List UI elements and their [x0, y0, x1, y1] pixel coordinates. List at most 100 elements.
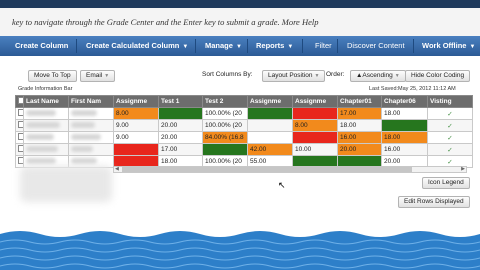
chevron-down-icon: ▼ [394, 73, 400, 79]
column-header[interactable]: Visting [427, 95, 473, 108]
order-select[interactable]: ▲Ascending ▼ [350, 70, 406, 82]
filter-button[interactable]: Filter [315, 36, 332, 56]
grade-cell[interactable] [113, 143, 159, 156]
row-checkbox[interactable] [15, 107, 24, 120]
grade-cell[interactable]: 8.00 [113, 107, 159, 120]
discover-content-button[interactable]: Discover Content [347, 36, 405, 56]
grade-cell[interactable] [23, 143, 69, 156]
grade-cell[interactable] [202, 143, 248, 156]
scrollbar-thumb[interactable] [122, 167, 412, 172]
column-header[interactable]: Assignme [247, 95, 293, 108]
column-header-label: Chapter01 [340, 98, 372, 105]
discover-content-label: Discover Content [347, 41, 405, 50]
grade-cell[interactable] [23, 107, 69, 120]
menu-separator [337, 39, 338, 53]
row-checkbox[interactable] [15, 143, 24, 156]
grade-cell[interactable] [381, 119, 428, 132]
create-column-button[interactable]: Create Column [15, 36, 68, 56]
edit-rows-label: Edit Rows Displayed [404, 198, 464, 205]
work-offline-menu[interactable]: Work Offline ▼ [422, 36, 475, 56]
grade-cell[interactable]: 100.00% (20 [202, 107, 248, 120]
column-header-label: First Nam [71, 98, 101, 105]
edit-rows-displayed-button[interactable]: Edit Rows Displayed [398, 196, 470, 208]
grade-cell[interactable]: 17.00 [158, 143, 203, 156]
grade-cell[interactable]: 9.00 [113, 119, 159, 132]
order-value: ▲Ascending [356, 72, 393, 79]
row-checkbox[interactable] [15, 119, 24, 132]
grade-cell[interactable]: 9.00 [113, 131, 159, 144]
grade-cell[interactable] [23, 131, 69, 144]
grade-cell[interactable]: 16.00 [381, 143, 428, 156]
column-header-label: Last Name [26, 98, 59, 105]
reports-menu[interactable]: Reports ▼ [256, 36, 293, 56]
top-bar [0, 0, 480, 8]
blurred-name [71, 145, 93, 152]
column-header[interactable]: Chapter06 [381, 95, 428, 108]
grade-cell[interactable] [247, 119, 293, 132]
menu-separator [195, 39, 196, 53]
column-header[interactable]: Assignme [113, 95, 159, 108]
scroll-left-icon[interactable]: ◀ [115, 166, 119, 172]
grade-cell[interactable]: 18.00 [337, 119, 382, 132]
work-offline-label: Work Offline [422, 41, 467, 50]
grade-cell[interactable]: 16.00 [337, 131, 382, 144]
action-bar: Create Column Create Calculated Column ▼ … [0, 36, 480, 56]
row-checkbox[interactable] [15, 131, 24, 144]
hide-color-coding-button[interactable]: Hide Color Coding [405, 70, 471, 82]
check-icon[interactable]: ✓ [427, 119, 473, 132]
grade-cell[interactable] [158, 107, 203, 120]
column-header[interactable]: Test 1 [158, 95, 203, 108]
grade-cell[interactable] [68, 119, 114, 132]
grade-cell[interactable] [247, 107, 293, 120]
create-column-label: Create Column [15, 41, 69, 50]
check-icon[interactable]: ✓ [427, 107, 473, 120]
grade-cell[interactable]: 18.00 [381, 107, 428, 120]
grade-cell[interactable] [292, 107, 338, 120]
column-header[interactable]: First Nam [68, 95, 114, 108]
grade-cell[interactable]: 20.00 [158, 131, 203, 144]
menu-separator [302, 39, 303, 53]
checkbox-icon [18, 121, 23, 128]
decorative-wave-footer [0, 228, 480, 270]
move-to-top-button[interactable]: Move To Top [28, 70, 77, 82]
select-all-header[interactable] [15, 95, 24, 108]
grade-cell[interactable] [68, 107, 114, 120]
checkbox-icon [18, 97, 23, 104]
table-header-row: Last Name First Nam Assignme Test 1 Test… [15, 95, 473, 108]
check-icon[interactable]: ✓ [427, 143, 473, 156]
blurred-name [71, 109, 97, 116]
grade-cell[interactable]: 8.00 [292, 119, 338, 132]
icon-legend-button[interactable]: Icon Legend [422, 177, 470, 189]
horizontal-scrollbar[interactable]: ◀ ▶ [113, 166, 467, 173]
reports-label: Reports [256, 41, 285, 50]
grade-cell[interactable]: 20.00 [337, 143, 382, 156]
sort-columns-select[interactable]: Layout Position ▼ [262, 70, 326, 82]
grade-cell[interactable] [68, 131, 114, 144]
column-header[interactable]: Assignme [292, 95, 338, 108]
blurred-name [26, 133, 54, 140]
column-header-label: Test 2 [205, 98, 224, 105]
chevron-down-icon: ▼ [182, 44, 189, 50]
grade-cell[interactable]: 100.00% (20 [202, 119, 248, 132]
column-header[interactable]: Last Name [23, 95, 69, 108]
column-header-label: Test 1 [161, 98, 180, 105]
grade-cell[interactable]: 18.00 [381, 131, 428, 144]
column-header[interactable]: Chapter01 [337, 95, 382, 108]
checkbox-icon [18, 109, 23, 116]
grade-cell[interactable] [292, 131, 338, 144]
grade-information-bar: Grade Information Bar [18, 86, 73, 92]
grade-cell[interactable]: 84.00% (16.8 [202, 131, 248, 144]
grade-cell[interactable]: 10.00 [292, 143, 338, 156]
check-icon[interactable]: ✓ [427, 131, 473, 144]
grade-cell[interactable] [23, 119, 69, 132]
grade-cell[interactable] [68, 143, 114, 156]
manage-menu[interactable]: Manage ▼ [205, 36, 242, 56]
scroll-right-icon[interactable]: ▶ [461, 166, 465, 172]
grade-cell[interactable]: 20.00 [158, 119, 203, 132]
email-button[interactable]: Email ▼ [80, 70, 116, 82]
column-header[interactable]: Test 2 [202, 95, 248, 108]
grade-cell[interactable] [247, 131, 293, 144]
grade-cell[interactable]: 42.00 [247, 143, 293, 156]
grade-cell[interactable]: 17.00 [337, 107, 382, 120]
create-calculated-column-menu[interactable]: Create Calculated Column ▼ [86, 36, 188, 56]
